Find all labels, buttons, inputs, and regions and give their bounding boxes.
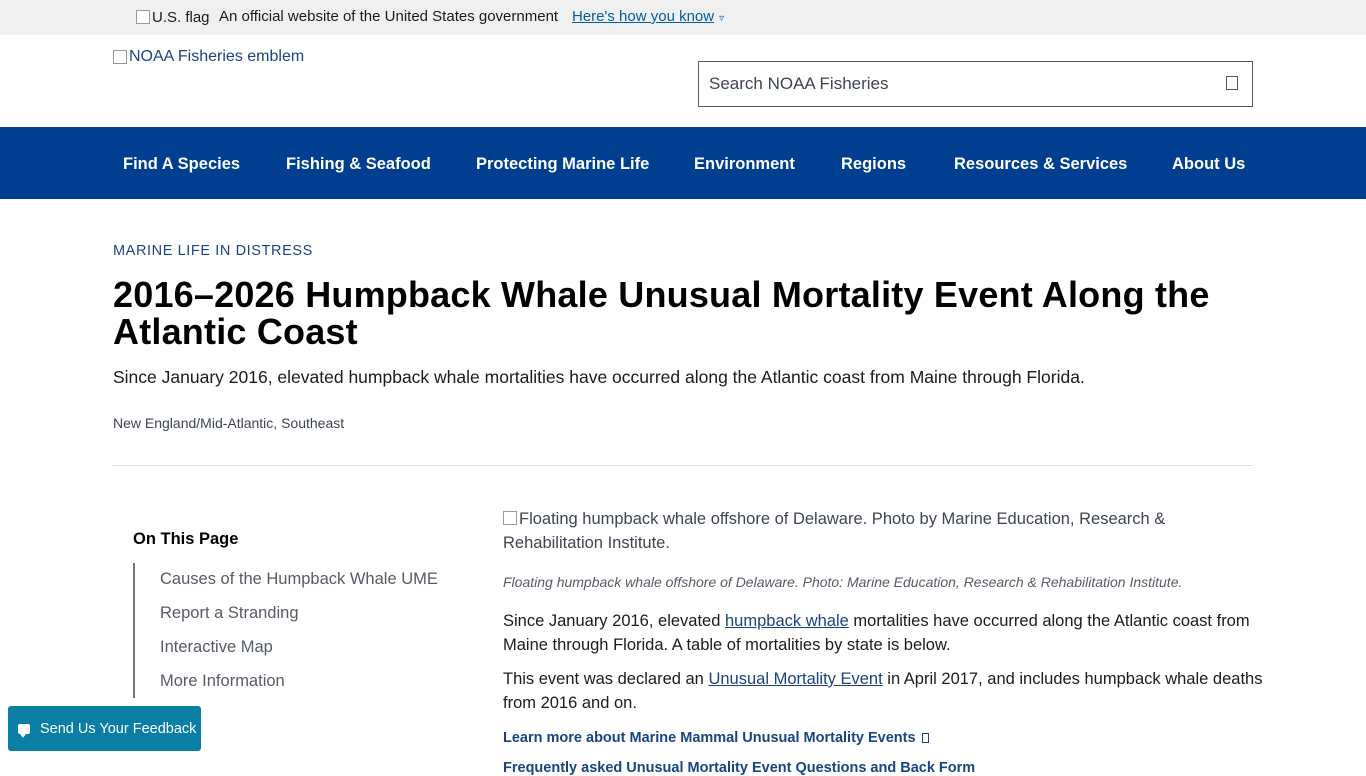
search-input[interactable] <box>699 62 1199 106</box>
otp-link-report-stranding[interactable]: Report a Stranding <box>160 604 299 623</box>
search-icon[interactable] <box>1226 76 1238 90</box>
broken-image-icon <box>503 511 517 525</box>
unusual-mortality-event-link[interactable]: Unusual Mortality Event <box>708 670 882 688</box>
nav-item-resources-services[interactable]: Resources & Services <box>954 127 1127 199</box>
region-tags[interactable]: New England/Mid-Atlantic, Southeast <box>113 415 344 431</box>
learn-more-ume-link[interactable]: Learn more about Marine Mammal Unusual M… <box>503 730 929 746</box>
header-divider <box>113 465 1253 466</box>
us-flag-image: U.S. flag <box>136 8 210 26</box>
declaration-paragraph: This event was declared an Unusual Morta… <box>503 667 1263 715</box>
p1-text-before: Since January 2016, elevated <box>503 612 725 630</box>
nav-item-protecting-marine-life[interactable]: Protecting Marine Life <box>476 127 649 199</box>
otp-link-interactive-map[interactable]: Interactive Map <box>160 638 273 657</box>
on-this-page-heading: On This Page <box>133 530 239 548</box>
feedback-label: Send Us Your Feedback <box>40 720 197 737</box>
intro-paragraph: Since January 2016, elevated humpback wh… <box>503 609 1263 657</box>
official-website-text: An official website of the United States… <box>219 8 559 25</box>
us-flag-alt: U.S. flag <box>152 8 210 26</box>
heres-how-you-know-label: Here's how you know <box>572 8 715 25</box>
chevron-down-icon: ▿ <box>719 13 725 24</box>
nav-item-regions[interactable]: Regions <box>841 127 906 199</box>
chat-bubble-icon <box>18 723 30 738</box>
otp-link-more-information[interactable]: More Information <box>160 672 285 691</box>
nav-item-environment[interactable]: Environment <box>694 127 795 199</box>
ume-questions-link[interactable]: Frequently asked Unusual Mortality Event… <box>503 760 975 776</box>
humpback-whale-link[interactable]: humpback whale <box>725 612 849 630</box>
heres-how-you-know-link[interactable]: Here's how you know ▿ <box>572 8 724 25</box>
external-link-icon <box>921 733 929 743</box>
eyebrow-category[interactable]: MARINE LIFE IN DISTRESS <box>113 243 313 259</box>
learn-more-label: Learn more about Marine Mammal Unusual M… <box>503 730 916 746</box>
broken-image-icon <box>113 50 127 64</box>
emblem-alt-text: NOAA Fisheries emblem <box>129 48 305 65</box>
p2-text-before: This event was declared an <box>503 670 709 688</box>
page-subtitle: Since January 2016, elevated humpback wh… <box>113 367 1085 387</box>
nav-item-fishing-seafood[interactable]: Fishing & Seafood <box>286 127 431 199</box>
page-title: 2016–2026 Humpback Whale Unusual Mortali… <box>113 274 1210 352</box>
nav-item-about-us[interactable]: About Us <box>1172 127 1245 199</box>
gov-banner: U.S. flag An official website of the Uni… <box>0 0 1366 35</box>
otp-link-causes[interactable]: Causes of the Humpback Whale UME <box>160 570 438 589</box>
on-this-page-list: Causes of the Humpback Whale UME Report … <box>133 563 455 698</box>
send-feedback-button[interactable]: Send Us Your Feedback <box>8 706 201 751</box>
nav-item-find-a-species[interactable]: Find A Species <box>123 127 240 199</box>
search-box <box>698 61 1253 107</box>
photo-caption: Floating humpback whale offshore of Dela… <box>503 574 1183 590</box>
noaa-fisheries-emblem[interactable]: NOAA Fisheries emblem <box>113 48 304 66</box>
whale-photo: Floating humpback whale offshore of Dela… <box>503 507 1263 555</box>
broken-image-icon <box>136 10 150 24</box>
main-nav: Find A Species Fishing & Seafood Protect… <box>0 127 1366 199</box>
whale-photo-alt: Floating humpback whale offshore of Dela… <box>503 510 1166 552</box>
